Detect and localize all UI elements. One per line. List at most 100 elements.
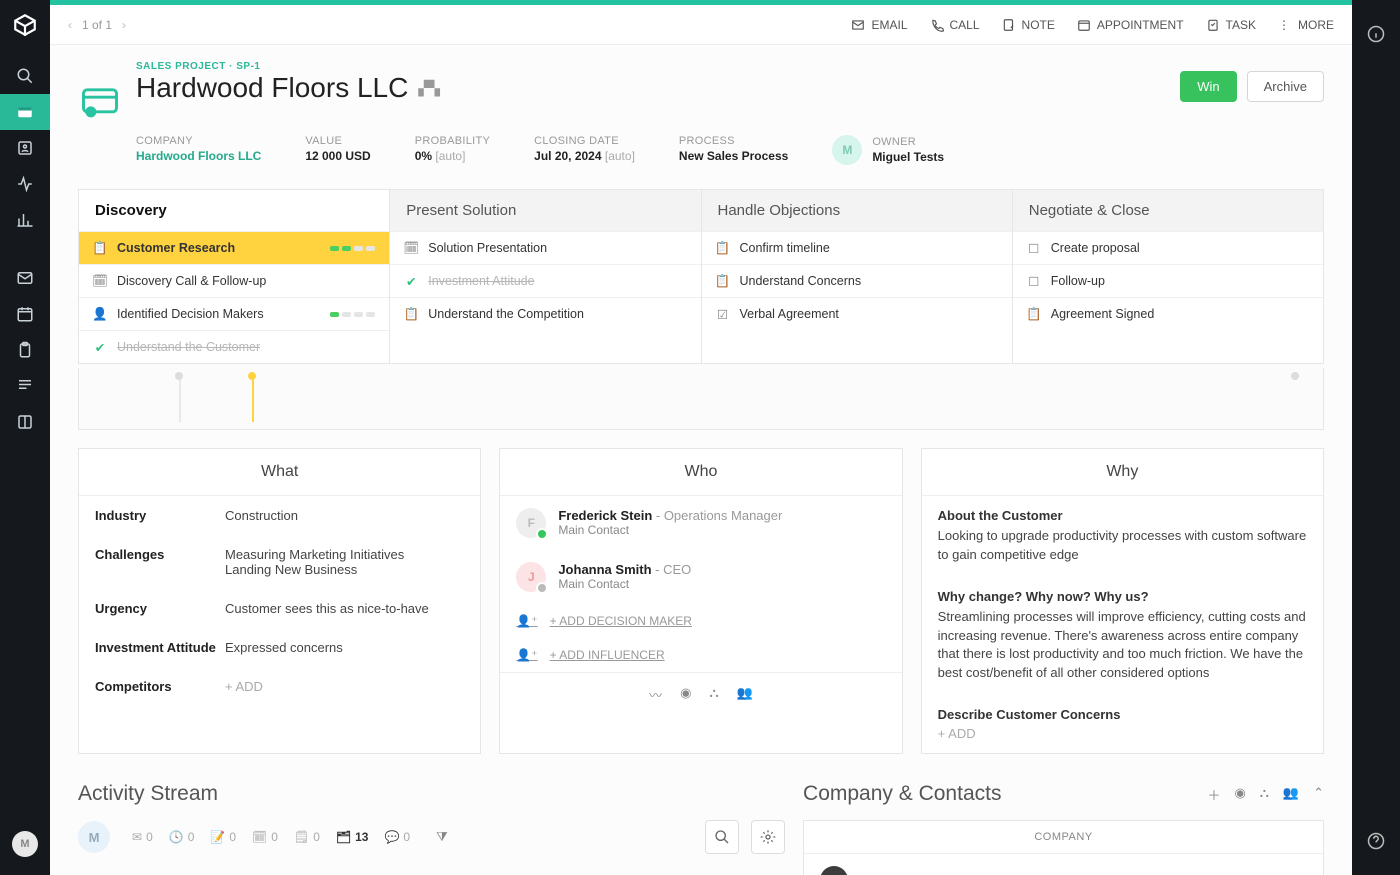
action-appointment[interactable]: APPOINTMENT (1077, 18, 1184, 32)
what-industry[interactable]: Construction (225, 508, 464, 523)
people-icon[interactable]: 👥 (737, 685, 753, 704)
stat-items[interactable]: 🗂 13 (336, 830, 369, 844)
action-task[interactable]: TASK (1206, 18, 1256, 32)
company-value[interactable]: Hardwood Floors LLC (136, 149, 261, 163)
stat-task[interactable]: 🗒 0 (294, 830, 320, 844)
nav-activity-icon[interactable] (0, 166, 50, 202)
clipboard-icon: 📋 (93, 241, 107, 255)
compass-icon[interactable]: ◉ (680, 685, 691, 704)
company-link[interactable]: Hardwood Floors LLC (804, 854, 1323, 875)
what-urgency[interactable]: Customer sees this as nice-to-have (225, 601, 464, 616)
stage-present-solution[interactable]: Present Solution 🗓Solution Presentation … (390, 190, 701, 363)
nav-projects-icon[interactable] (0, 94, 50, 130)
action-more[interactable]: ⋮MORE (1278, 18, 1334, 32)
stage-handle-objections[interactable]: Handle Objections 📋Confirm timeline 📋Und… (702, 190, 1013, 363)
contact-row[interactable]: F Frederick Stein - Operations Manager M… (500, 496, 901, 550)
task-discovery-call[interactable]: 🗓Discovery Call & Follow-up (79, 264, 389, 297)
what-investment[interactable]: Expressed concerns (225, 640, 464, 655)
why-concerns[interactable]: Describe Customer Concerns + ADD (922, 695, 1323, 753)
layout-icon[interactable]: ▞▚ (418, 80, 440, 97)
stat-appt[interactable]: 🗓 0 (252, 830, 278, 844)
task-progress (330, 246, 375, 251)
owner-value: Miguel Tests (872, 150, 944, 164)
org-icon[interactable]: ⛬ (710, 685, 719, 704)
help-icon[interactable] (1352, 821, 1400, 861)
contact-row[interactable]: J Johanna Smith - CEO Main Contact (500, 550, 901, 604)
task-confirm-timeline[interactable]: 📋Confirm timeline (702, 231, 1012, 264)
record-type-icon: $ (78, 77, 122, 121)
nav-panel-icon[interactable] (0, 404, 50, 440)
task-solution-presentation[interactable]: 🗓Solution Presentation (390, 231, 700, 264)
record-title: Hardwood Floors LLC (136, 72, 408, 104)
stat-email[interactable]: ✉ 0 (132, 830, 153, 844)
closing-label: CLOSING DATE (534, 135, 635, 147)
task-decision-makers[interactable]: 👤Identified Decision Makers (79, 297, 389, 330)
calendar-icon: 🗓 (93, 274, 107, 288)
cc-people-icon[interactable]: 👥 (1283, 785, 1299, 804)
task-verbal-agreement[interactable]: ☑Verbal Agreement (702, 297, 1012, 330)
why-title: Why (922, 449, 1323, 496)
activity-title: Activity Stream (78, 782, 218, 806)
why-change[interactable]: Why change? Why now? Why us? Streamlinin… (922, 577, 1323, 695)
clipboard-icon: 📋 (404, 307, 418, 321)
win-button[interactable]: Win (1180, 71, 1236, 102)
cc-org-icon[interactable]: ⛬ (1260, 785, 1269, 804)
add-decision-maker[interactable]: 👤⁺+ ADD DECISION MAKER (500, 604, 901, 638)
action-email[interactable]: EMAIL (851, 18, 907, 32)
cc-add-icon[interactable]: ＋ (1207, 785, 1220, 804)
task-customer-research[interactable]: 📋 Customer Research (79, 231, 389, 264)
nav-mail-icon[interactable] (0, 260, 50, 296)
record-eyebrow: SALES PROJECT · SP-1 (136, 61, 1166, 72)
task-understand-concerns[interactable]: 📋Understand Concerns (702, 264, 1012, 297)
task-agreement-signed[interactable]: 📋Agreement Signed (1013, 297, 1323, 330)
pulse-icon[interactable]: 〰 (649, 685, 662, 704)
why-about[interactable]: About the Customer Looking to upgrade pr… (922, 496, 1323, 577)
search-icon[interactable] (0, 58, 50, 94)
owner-avatar[interactable]: M (832, 135, 862, 165)
record-pager: ‹ 1 of 1 › (68, 18, 126, 32)
archive-button[interactable]: Archive (1247, 71, 1324, 102)
task-followup[interactable]: ☐Follow-up (1013, 264, 1323, 297)
cc-compass-icon[interactable]: ◉ (1234, 785, 1245, 804)
action-call[interactable]: CALL (930, 18, 980, 32)
activity-settings-button[interactable] (751, 820, 785, 854)
contact-avatar: J (516, 562, 546, 592)
stat-note[interactable]: 📝 0 (210, 830, 236, 844)
app-logo[interactable] (10, 10, 40, 40)
current-user-avatar[interactable]: M (12, 831, 38, 857)
action-note[interactable]: NOTE (1002, 18, 1055, 32)
activity-search-button[interactable] (705, 820, 739, 854)
checkbox-checked-icon: ☑ (716, 307, 730, 321)
clipboard-icon: 📋 (716, 241, 730, 255)
nav-reports-icon[interactable] (0, 202, 50, 238)
add-person-icon: 👤⁺ (516, 648, 537, 662)
nav-contacts-icon[interactable] (0, 130, 50, 166)
cc-collapse-icon[interactable]: ⌃ (1313, 785, 1324, 804)
nav-feed-icon[interactable] (0, 368, 50, 404)
value-value: 12 000 USD (305, 149, 370, 163)
company-label: COMPANY (136, 135, 261, 147)
pager-prev[interactable]: ‹ (68, 18, 72, 32)
nav-clipboard-icon[interactable] (0, 332, 50, 368)
add-influencer[interactable]: 👤⁺+ ADD INFLUENCER (500, 638, 901, 672)
stage-discovery[interactable]: Discovery 📋 Customer Research 🗓Discovery… (79, 190, 390, 363)
info-icon[interactable] (1352, 14, 1400, 54)
stat-chat[interactable]: 💬 0 (384, 830, 410, 844)
what-card: What IndustryConstruction ChallengesMeas… (78, 448, 481, 754)
pager-next[interactable]: › (122, 18, 126, 32)
stat-call[interactable]: 🕓 0 (169, 830, 195, 844)
what-challenges[interactable]: Measuring Marketing InitiativesLanding N… (225, 547, 464, 577)
stage-negotiate-close[interactable]: Negotiate & Close ☐Create proposal ☐Foll… (1013, 190, 1323, 363)
what-competitors-add[interactable]: + ADD (225, 679, 464, 694)
task-understand-competition[interactable]: 📋Understand the Competition (390, 297, 700, 330)
activity-user-avatar[interactable]: M (78, 821, 110, 853)
add-person-icon: 👤⁺ (516, 614, 537, 628)
left-nav-rail: M (0, 0, 50, 875)
task-understand-customer[interactable]: ✔Understand the Customer (79, 330, 389, 363)
nav-calendar-icon[interactable] (0, 296, 50, 332)
person-icon: 👤 (93, 307, 107, 321)
clipboard-icon: 📋 (716, 274, 730, 288)
task-create-proposal[interactable]: ☐Create proposal (1013, 231, 1323, 264)
filter-icon[interactable]: ⧩ (436, 829, 448, 845)
task-investment-attitude[interactable]: ✔Investment Attitude (390, 264, 700, 297)
